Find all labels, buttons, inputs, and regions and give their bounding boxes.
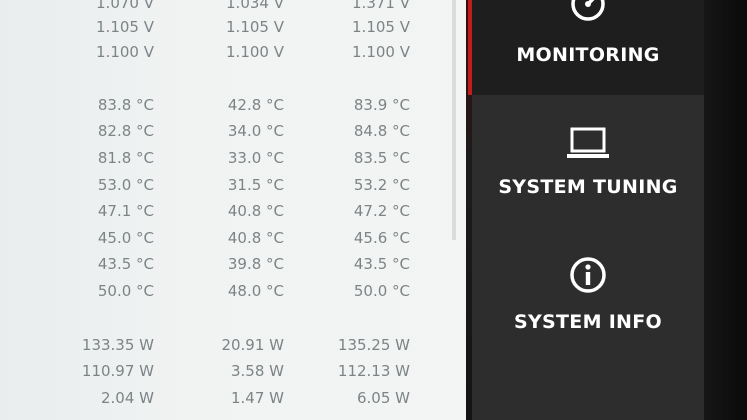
min-value: 82.8 °C	[97, 122, 154, 140]
min-value: 45.0 °C	[97, 229, 154, 247]
current-value: 34.0 °C	[227, 122, 284, 140]
min-value: 2.04 W	[101, 389, 154, 407]
max-value: 83.9 °C	[353, 96, 410, 114]
table-row: 2.04 W 1.47 W 6.05 W	[0, 387, 468, 409]
min-value: 1.105 V	[96, 18, 154, 36]
max-value: 1.100 V	[352, 43, 410, 61]
info-icon	[472, 255, 704, 295]
table-row: 45.0 °C 40.8 °C 45.6 °C	[0, 227, 468, 249]
max-value: 53.2 °C	[353, 176, 410, 194]
max-value: 83.5 °C	[353, 149, 410, 167]
max-value: 112.13 W	[337, 362, 410, 380]
current-value: 39.8 °C	[227, 255, 284, 273]
nav-item-system-tuning[interactable]: SYSTEM TUNING	[472, 112, 704, 222]
table-row: 81.8 °C 33.0 °C 83.5 °C	[0, 147, 468, 169]
table-row: 43.5 °C 39.8 °C 43.5 °C	[0, 253, 468, 275]
current-value: 3.58 W	[231, 362, 284, 380]
current-value: 40.8 °C	[227, 229, 284, 247]
min-value: 50.0 °C	[97, 282, 154, 300]
max-value: 43.5 °C	[353, 255, 410, 273]
table-row: 83.8 °C 42.8 °C 83.9 °C	[0, 94, 468, 116]
max-value: 1.371 V	[352, 0, 410, 12]
nav-label-monitoring: MONITORING	[516, 44, 660, 66]
gauge-icon	[472, 0, 704, 22]
values-panel: 1.070 V 1.034 V 1.371 V 1.105 V 1.105 V …	[0, 0, 468, 420]
max-value: 47.2 °C	[353, 202, 410, 220]
nav-label-system-tuning: SYSTEM TUNING	[498, 176, 678, 198]
min-value: 81.8 °C	[97, 149, 154, 167]
min-value: 1.100 V	[96, 43, 154, 61]
max-value: 50.0 °C	[353, 282, 410, 300]
table-row: 53.0 °C 31.5 °C 53.2 °C	[0, 174, 468, 196]
current-value: 1.034 V	[226, 0, 284, 12]
nav-item-system-info[interactable]: SYSTEM INFO	[472, 245, 704, 355]
max-value: 1.105 V	[352, 18, 410, 36]
min-value: 43.5 °C	[97, 255, 154, 273]
laptop-icon	[472, 126, 704, 162]
min-value: 133.35 W	[81, 336, 154, 354]
current-value: 1.105 V	[226, 18, 284, 36]
current-value: 33.0 °C	[227, 149, 284, 167]
table-row: 1.070 V 1.034 V 1.371 V	[0, 0, 468, 14]
max-value: 6.05 W	[357, 389, 410, 407]
current-value: 1.47 W	[231, 389, 284, 407]
current-value: 31.5 °C	[227, 176, 284, 194]
table-row: 1.100 V 1.100 V 1.100 V	[0, 41, 468, 63]
min-value: 110.97 W	[81, 362, 154, 380]
side-menu: MONITORING SYSTEM TUNING SYSTEM INFO	[472, 0, 704, 420]
scrollbar[interactable]	[452, 0, 456, 240]
screen-bezel	[704, 0, 747, 420]
table-row: 50.0 °C 48.0 °C 50.0 °C	[0, 280, 468, 302]
table-row: 133.35 W 20.91 W 135.25 W	[0, 334, 468, 356]
current-value: 1.100 V	[226, 43, 284, 61]
nav-item-monitoring[interactable]: MONITORING	[472, 0, 704, 95]
min-value: 53.0 °C	[97, 176, 154, 194]
table-row: 47.1 °C 40.8 °C 47.2 °C	[0, 200, 468, 222]
min-value: 83.8 °C	[97, 96, 154, 114]
current-value: 20.91 W	[221, 336, 284, 354]
table-row: 110.97 W 3.58 W 112.13 W	[0, 360, 468, 382]
current-value: 48.0 °C	[227, 282, 284, 300]
table-row: 82.8 °C 34.0 °C 84.8 °C	[0, 120, 468, 142]
nav-label-system-info: SYSTEM INFO	[514, 311, 662, 333]
max-value: 84.8 °C	[353, 122, 410, 140]
max-value: 135.25 W	[337, 336, 410, 354]
max-value: 45.6 °C	[353, 229, 410, 247]
min-value: 1.070 V	[96, 0, 154, 12]
table-row: 1.105 V 1.105 V 1.105 V	[0, 16, 468, 38]
min-value: 47.1 °C	[97, 202, 154, 220]
current-value: 42.8 °C	[227, 96, 284, 114]
current-value: 40.8 °C	[227, 202, 284, 220]
